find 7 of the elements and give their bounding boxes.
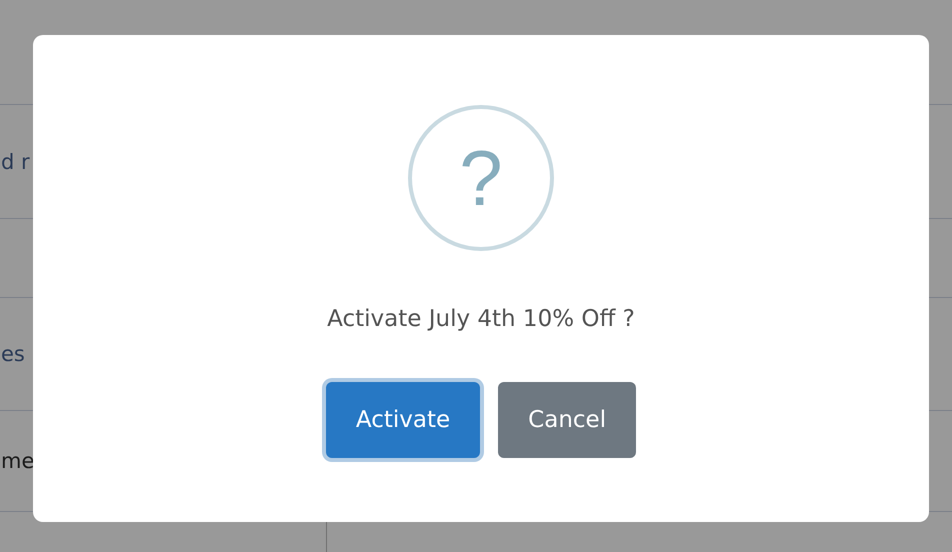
activate-button[interactable]: Activate	[326, 382, 480, 458]
cancel-button[interactable]: Cancel	[498, 382, 636, 458]
dialog-message: Activate July 4th 10% Off ?	[327, 306, 635, 332]
table-text: es	[1, 342, 25, 366]
table-text: me	[1, 449, 34, 473]
table-text: d r	[1, 150, 30, 174]
question-icon: ?	[408, 105, 554, 251]
